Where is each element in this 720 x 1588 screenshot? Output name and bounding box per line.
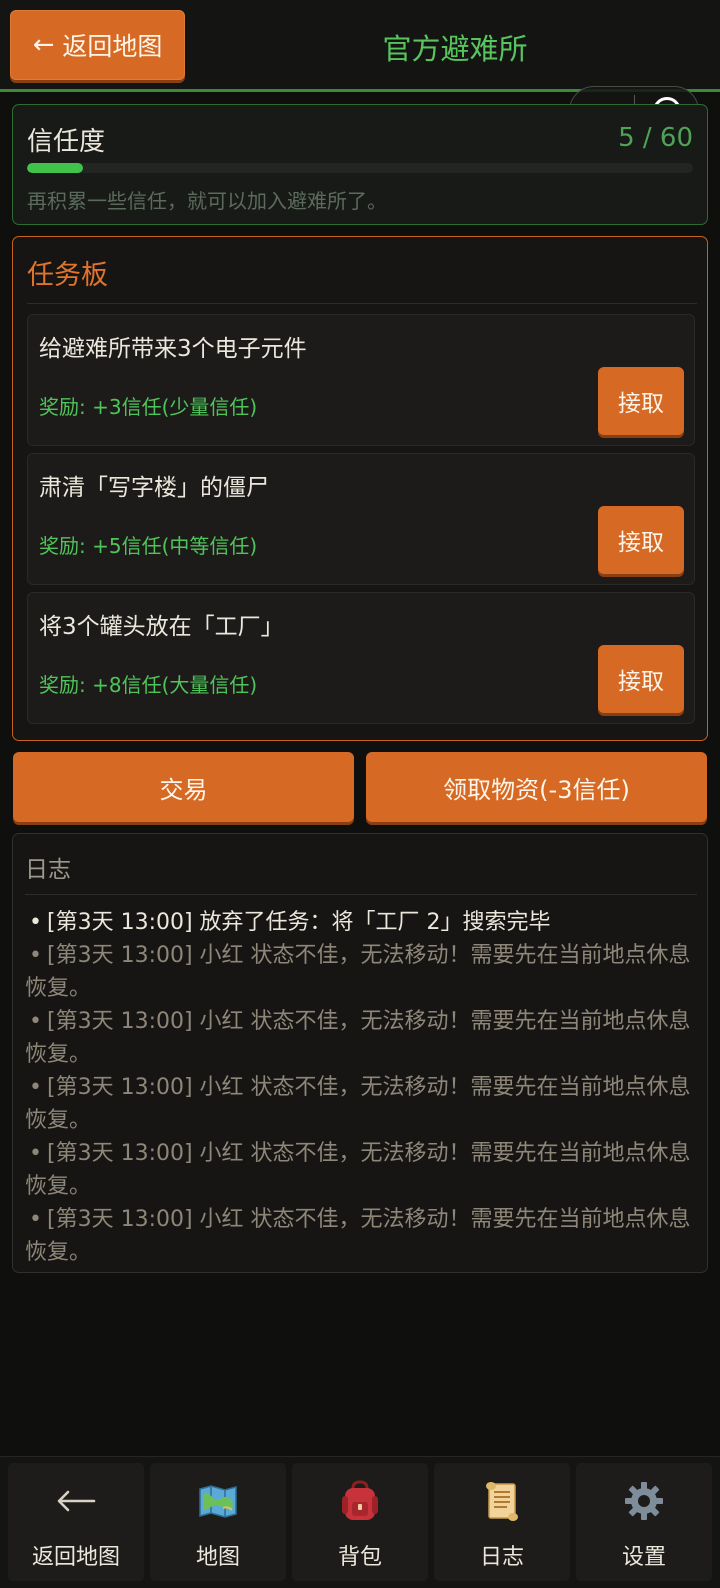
scroll-icon — [434, 1479, 570, 1523]
log-list: • [第3天 13:00] 放弃了任务：将「工厂 2」搜索完毕 • [第3天 13:0… — [25, 906, 695, 1269]
divider — [25, 894, 697, 895]
log-panel: 日志 • [第3天 13:00] 放弃了任务：将「工厂 2」搜索完毕 • [第3天 1… — [12, 833, 708, 1273]
task-card: 肃清「写字楼」的僵尸 奖励: +5信任(中等信任) 接取 — [27, 453, 695, 585]
page-title: 官方避难所 — [382, 32, 528, 66]
bullet-icon: • — [29, 1075, 42, 1100]
task-name: 肃清「写字楼」的僵尸 — [39, 475, 269, 501]
task-name: 给避难所带来3个电子元件 — [39, 336, 307, 362]
task-reward: 奖励: +5信任(中等信任) — [39, 534, 258, 558]
log-entry-text: [第3天 13:00] 小红 状态不佳，无法移动！需要先在当前地点休息恢复。 — [25, 1075, 691, 1133]
bottom-nav: 返回地图 地图 背包 日志 设置 — [0, 1456, 720, 1588]
log-title: 日志 — [25, 857, 71, 883]
nav-label: 背包 — [337, 1545, 382, 1570]
log-entry-text: [第3天 13:00] 放弃了任务：将「工厂 2」搜索完毕 — [47, 910, 551, 935]
log-entry-text: [第3天 13:00] 小红 状态不佳，无法移动！需要先在当前地点休息恢复。 — [25, 1009, 691, 1067]
log-entry-text: [第3天 13:00] 小红 状态不佳，无法移动！需要先在当前地点休息恢复。 — [25, 1207, 691, 1265]
task-board: 任务板 给避难所带来3个电子元件 奖励: +3信任(少量信任) 接取 肃清「写字… — [12, 236, 708, 741]
nav-item-map[interactable]: 地图 — [150, 1463, 286, 1581]
nav-item-log[interactable]: 日志 — [434, 1463, 570, 1581]
gear-icon — [576, 1479, 712, 1523]
back-to-map-button[interactable]: ← 返回地图 — [10, 10, 185, 80]
header: ← 返回地图 官方避难所 — [0, 0, 720, 92]
accept-task-button[interactable]: 接取 — [598, 367, 684, 435]
accept-task-button[interactable]: 接取 — [598, 645, 684, 713]
log-entry: • [第3天 13:00] 小红 状态不佳，无法移动！需要先在当前地点休息恢复。 — [25, 939, 695, 1005]
log-entry-text: [第3天 13:00] 小红 状态不佳，无法移动！需要先在当前地点休息恢复。 — [25, 943, 691, 1001]
task-reward: 奖励: +8信任(大量信任) — [39, 673, 258, 697]
nav-label: 设置 — [621, 1545, 666, 1570]
accept-task-button[interactable]: 接取 — [598, 506, 684, 574]
bullet-icon: • — [29, 943, 42, 968]
trust-label: 信任度 — [27, 127, 106, 157]
nav-item-back-to-map[interactable]: 返回地图 — [8, 1463, 144, 1581]
bullet-icon: • — [29, 1207, 42, 1232]
nav-item-backpack[interactable]: 背包 — [292, 1463, 428, 1581]
trust-panel: 信任度 5 / 60 再积累一些信任，就可以加入避难所了。 — [12, 104, 708, 225]
task-card: 将3个罐头放在「工厂」 奖励: +8信任(大量信任) 接取 — [27, 592, 695, 724]
task-card: 给避难所带来3个电子元件 奖励: +3信任(少量信任) 接取 — [27, 314, 695, 446]
map-icon — [150, 1479, 286, 1523]
trade-button[interactable]: 交易 — [13, 752, 354, 822]
log-entry: • [第3天 13:00] 小红 状态不佳，无法移动！需要先在当前地点休息恢复。 — [25, 1071, 695, 1137]
trust-progress-bar — [27, 163, 693, 173]
collect-supplies-button[interactable]: 领取物资(-3信任) — [366, 752, 707, 822]
log-entry-text: [第3天 13:00] 小红 状态不佳，无法移动！需要先在当前地点休息恢复。 — [25, 1141, 691, 1199]
task-board-title: 任务板 — [27, 260, 108, 291]
trust-progress-fill — [27, 163, 83, 173]
backpack-icon — [292, 1479, 428, 1523]
nav-label: 日志 — [479, 1545, 524, 1570]
shelter-page: ← 返回地图 官方避难所 信任度 5 / 60 再积累一些信任，就可以加入避难所… — [0, 0, 720, 1588]
bullet-icon: • — [29, 1009, 42, 1034]
nav-item-settings[interactable]: 设置 — [576, 1463, 712, 1581]
log-entry: • [第3天 13:00] 放弃了任务：将「工厂 2」搜索完毕 — [25, 906, 695, 939]
trust-hint: 再积累一些信任，就可以加入避难所了。 — [27, 189, 387, 213]
bullet-icon: • — [29, 910, 42, 935]
nav-label: 返回地图 — [31, 1545, 120, 1570]
trust-count: 5 / 60 — [618, 123, 693, 153]
nav-label: 地图 — [195, 1545, 240, 1570]
task-reward: 奖励: +3信任(少量信任) — [39, 395, 258, 419]
back-to-map-label: 返回地图 — [62, 32, 163, 61]
log-entry: • [第3天 13:00] 小红 状态不佳，无法移动！需要先在当前地点休息恢复。 — [25, 1005, 695, 1071]
divider — [27, 303, 697, 304]
task-name: 将3个罐头放在「工厂」 — [39, 614, 284, 640]
log-entry: • [第3天 13:00] 小红 状态不佳，无法移动！需要先在当前地点休息恢复。 — [25, 1203, 695, 1269]
log-entry: • [第3天 13:00] 小红 状态不佳，无法移动！需要先在当前地点休息恢复。 — [25, 1137, 695, 1203]
back-arrow-icon — [8, 1479, 144, 1523]
back-arrow-icon: ← — [32, 30, 55, 60]
bullet-icon: • — [29, 1141, 42, 1166]
